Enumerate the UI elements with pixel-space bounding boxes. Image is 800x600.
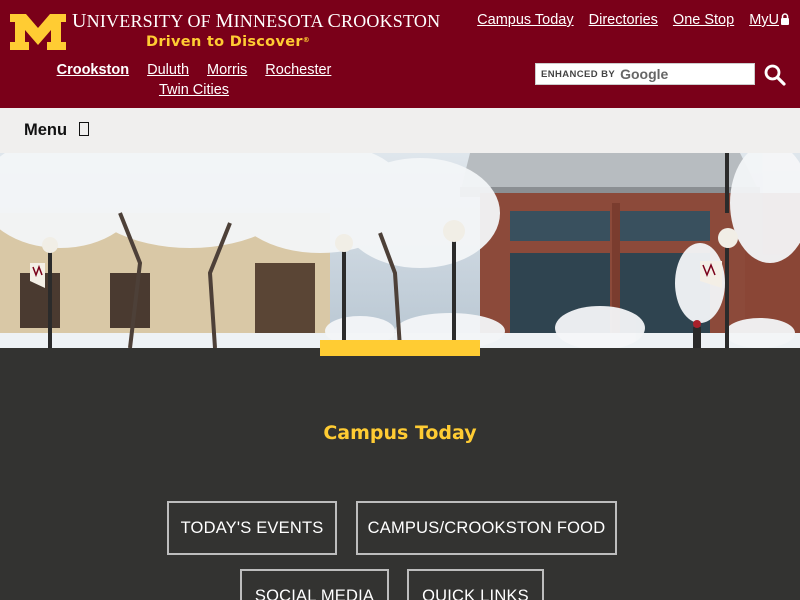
university-m-logo[interactable] xyxy=(10,14,66,50)
section-title: Campus Today xyxy=(323,422,477,444)
menu-bar: Menu xyxy=(0,108,800,153)
winter-campus-photo xyxy=(0,153,800,348)
site-header: UNIVERSITY OF MINNESOTA CROOKSTON Driven… xyxy=(0,0,800,108)
campus-link-rochester[interactable]: Rochester xyxy=(265,62,331,78)
search-input[interactable]: ENHANCED BY Google xyxy=(535,63,755,85)
todays-events-button[interactable]: TODAY'S EVENTS xyxy=(167,501,337,555)
campus-food-button[interactable]: CAMPUS/CROOKSTON FOOD xyxy=(356,501,617,555)
util-link-campus-today[interactable]: Campus Today xyxy=(477,12,573,28)
util-link-directories[interactable]: Directories xyxy=(589,12,658,28)
campus-nav: Crookston Duluth Morris Rochester Twin Citi… xyxy=(44,60,344,100)
menu-toggle-icon[interactable] xyxy=(79,122,89,136)
quick-links-button[interactable]: QUICK LINKS xyxy=(407,569,544,600)
campus-link-crookston[interactable]: Crookston xyxy=(57,62,130,78)
gold-accent-bar xyxy=(320,340,480,356)
util-link-one-stop[interactable]: One Stop xyxy=(673,12,734,28)
util-link-myu[interactable]: MyU xyxy=(749,12,790,28)
campus-link-morris[interactable]: Morris xyxy=(207,62,247,78)
utility-nav: Campus Today Directories One Stop MyU xyxy=(462,12,790,28)
search-icon[interactable] xyxy=(763,63,787,87)
social-media-button[interactable]: SOCIAL MEDIA xyxy=(240,569,389,600)
google-label: Google xyxy=(620,66,669,82)
campus-link-duluth[interactable]: Duluth xyxy=(147,62,189,78)
campus-link-twin-cities[interactable]: Twin Cities xyxy=(159,82,229,98)
hero-image xyxy=(0,153,800,348)
menu-button[interactable]: Menu xyxy=(24,121,67,140)
lock-icon xyxy=(781,13,789,25)
tagline: Driven to Discover® xyxy=(146,34,311,50)
university-wordmark[interactable]: UNIVERSITY OF MINNESOTA CROOKSTON xyxy=(72,10,440,33)
